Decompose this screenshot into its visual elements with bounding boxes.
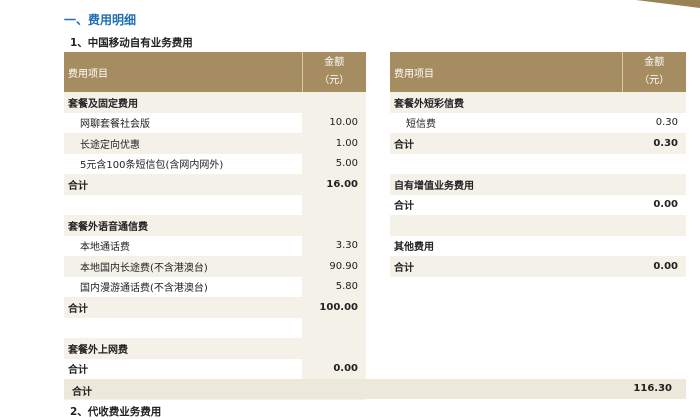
- table-row: 合计 16.00: [64, 174, 366, 195]
- table-row: [64, 194, 366, 216]
- table-row: [390, 215, 686, 236]
- table-row: 套餐外上网费: [64, 338, 366, 359]
- table-row: 套餐及固定费用: [64, 92, 366, 113]
- table-row: 自有增值业务费用: [390, 174, 686, 195]
- table-row: [64, 317, 366, 339]
- row-amount: [302, 215, 366, 236]
- table-row: 网聊套餐社会版 10.00: [64, 112, 366, 133]
- header-item-label: 费用项目: [64, 52, 302, 92]
- table-row: 长途定向优惠 1.00: [64, 133, 366, 154]
- table-row: 5元含100条短信包(含网内网外) 5.00: [64, 153, 366, 174]
- row-label: 长途定向优惠: [64, 133, 302, 154]
- table-row: 套餐外语音通信费: [64, 215, 366, 236]
- row-label: 套餐外短彩信费: [390, 92, 622, 113]
- row-amount: 0.00: [302, 358, 366, 379]
- row-amount: 100.00: [302, 297, 366, 318]
- row-label: 自有增值业务费用: [390, 174, 622, 195]
- table-row: 合计 100.00: [64, 297, 366, 318]
- header-amount-label: 金额 （元）: [301, 52, 366, 92]
- row-amount: [302, 338, 366, 359]
- row-label: 本地通话费: [80, 242, 130, 254]
- row-label: 套餐及固定费用: [64, 92, 302, 113]
- row-amount: 3.30: [302, 235, 366, 256]
- row-label: 合计: [64, 297, 302, 318]
- row-label: 本地国内长途费(不含港澳台): [64, 256, 302, 277]
- row-amount: [622, 154, 686, 175]
- row-amount: 1.00: [302, 133, 366, 154]
- row-amount: [622, 174, 686, 195]
- right-fee-table: 费用项目 金额 （元） 套餐外短彩信费 短信费 0.30 合计 0.30 自有增值业务费用合…: [390, 52, 686, 277]
- row-amount: 90.90: [302, 256, 366, 277]
- row-amount: [622, 215, 686, 236]
- row-label: 套餐外语音通信费: [64, 215, 302, 236]
- corner-decoration: [636, 0, 700, 8]
- table-row: [390, 154, 686, 175]
- row-label: 网聊套餐社会版: [80, 119, 150, 131]
- row-label: 合计: [64, 174, 302, 195]
- table-row: 本地通话费 3.30: [64, 235, 366, 256]
- table-row: 短信费 0.30: [390, 113, 686, 134]
- row-amount: 0.30: [655, 117, 678, 129]
- row-label: [64, 195, 302, 216]
- table-row: 国内漫游通话费(不含港澳台) 5.80: [64, 276, 366, 297]
- row-amount: 5.00: [302, 153, 366, 174]
- row-label: 套餐外上网费: [64, 338, 302, 359]
- table-row: 合计 0.00: [390, 195, 686, 216]
- table-row: 合计 0.00: [64, 358, 366, 379]
- row-amount: 0.30: [622, 133, 686, 154]
- grand-total-label: 合计: [72, 387, 92, 398]
- row-amount: 0.00: [622, 256, 686, 277]
- subtitle-agency-business: 2、代收费业务费用: [70, 406, 162, 418]
- table-header: 费用项目 金额 （元）: [64, 52, 366, 92]
- header-amount-label: 金额 （元）: [621, 52, 686, 92]
- subtitle-own-business: 1、中国移动自有业务费用: [70, 37, 193, 49]
- row-amount: [302, 194, 366, 215]
- row-label: 合计: [68, 365, 88, 377]
- row-amount: 16.00: [302, 174, 366, 195]
- table-header: 费用项目 金额 （元）: [390, 52, 686, 92]
- left-fee-table: 费用项目 金额 （元） 套餐及固定费用网聊套餐社会版 10.00 长途定向优惠 1.00…: [64, 52, 366, 400]
- row-label: [64, 318, 302, 339]
- row-amount: [302, 92, 366, 113]
- table-row: 套餐外短彩信费: [390, 92, 686, 113]
- grand-total-amount: 116.30: [633, 383, 672, 394]
- row-label: 短信费: [406, 119, 436, 131]
- row-amount: 5.80: [302, 276, 366, 297]
- row-label: 国内漫游通话费(不含港澳台): [80, 283, 208, 295]
- row-label: 其他费用: [394, 242, 434, 254]
- row-amount: [622, 92, 686, 113]
- row-amount: [622, 236, 686, 257]
- header-item-label: 费用项目: [390, 52, 622, 92]
- section-title: 一、费用明细: [64, 13, 137, 27]
- row-label: [390, 215, 622, 236]
- row-label: 合计: [390, 256, 622, 277]
- grand-total-row: 合计 116.30: [64, 379, 686, 399]
- row-amount: [302, 317, 366, 338]
- table-row: 合计 0.30: [390, 133, 686, 154]
- row-amount: 0.00: [653, 199, 678, 211]
- row-amount: 10.00: [302, 112, 366, 133]
- table-row: 合计 0.00: [390, 256, 686, 277]
- table-row: 本地国内长途费(不含港澳台) 90.90: [64, 256, 366, 277]
- row-label: 合计: [390, 133, 622, 154]
- row-label: [390, 154, 622, 175]
- row-label: 5元含100条短信包(含网内网外): [80, 160, 224, 172]
- row-label: 合计: [394, 201, 414, 213]
- table-row: 其他费用: [390, 236, 686, 257]
